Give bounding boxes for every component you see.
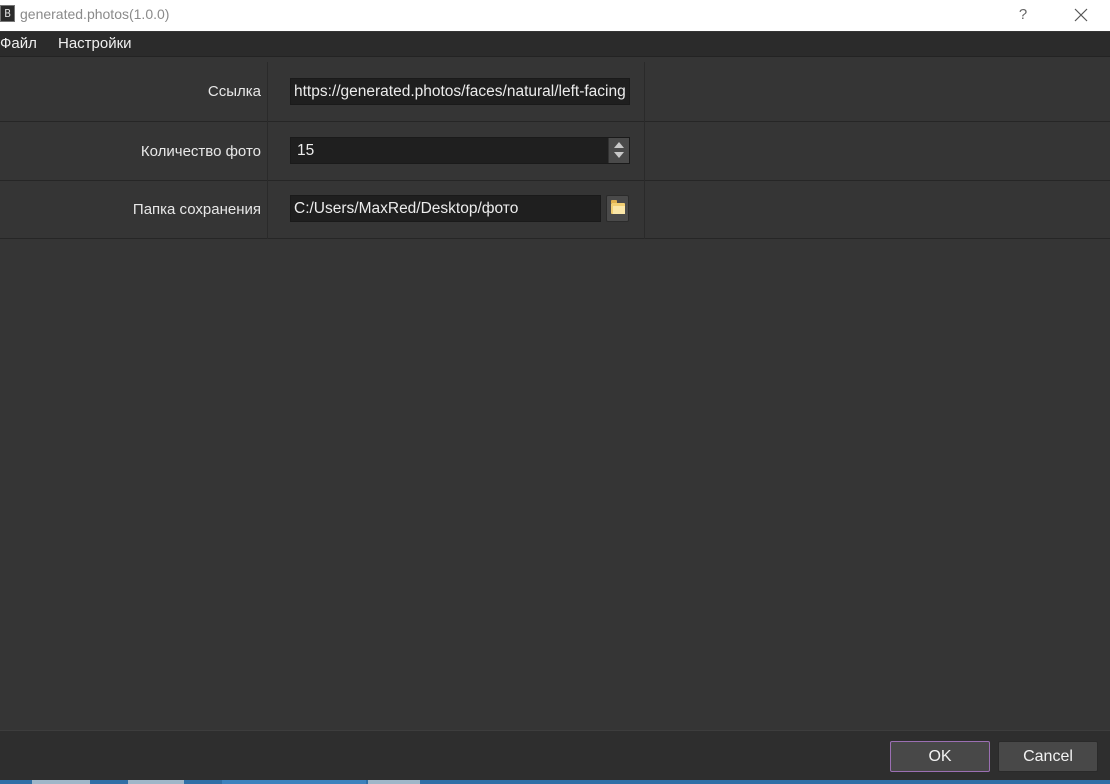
folder-icon [611,200,625,214]
taskbar-segment [368,780,420,784]
menu-bar: Файл Настройки [0,32,1110,57]
form-row-link: Ссылка https://generated.photos/faces/na… [0,62,1110,122]
taskbar-segment [222,780,366,784]
folder-label: Папка сохранения [132,201,261,218]
count-label: Количество фото [140,143,261,160]
close-icon [1074,8,1088,22]
link-label: Ссылка [207,83,261,100]
form-row-count: Количество фото 15 [0,122,1110,181]
form-row-folder: Папка сохранения C:/Users/MaxRed/Desktop… [0,181,1110,239]
help-button[interactable]: ? [1010,0,1036,31]
app-icon: B [0,5,15,22]
link-input[interactable]: https://generated.photos/faces/natural/l… [290,78,630,105]
cancel-button[interactable]: Cancel [998,741,1098,772]
taskbar-segment [128,780,184,784]
ok-button[interactable]: OK [890,741,990,772]
window-title: generated.photos(1.0.0) [20,6,170,22]
spin-down-icon[interactable] [614,152,624,158]
title-bar: B generated.photos(1.0.0) ? [0,0,1110,31]
taskbar-strip [0,780,1110,784]
folder-input[interactable]: C:/Users/MaxRed/Desktop/фото [290,195,601,222]
count-spinbox[interactable]: 15 [290,137,630,164]
browse-folder-button[interactable] [606,195,629,222]
column-divider [644,62,645,239]
count-stepper[interactable] [608,138,629,163]
dialog-button-bar: OK Cancel [0,730,1110,780]
menu-settings[interactable]: Настройки [58,35,132,52]
taskbar-segment [32,780,90,784]
menu-file[interactable]: Файл [0,35,37,52]
close-button[interactable] [1064,0,1098,31]
column-divider [267,62,268,239]
spin-up-icon[interactable] [614,142,624,148]
